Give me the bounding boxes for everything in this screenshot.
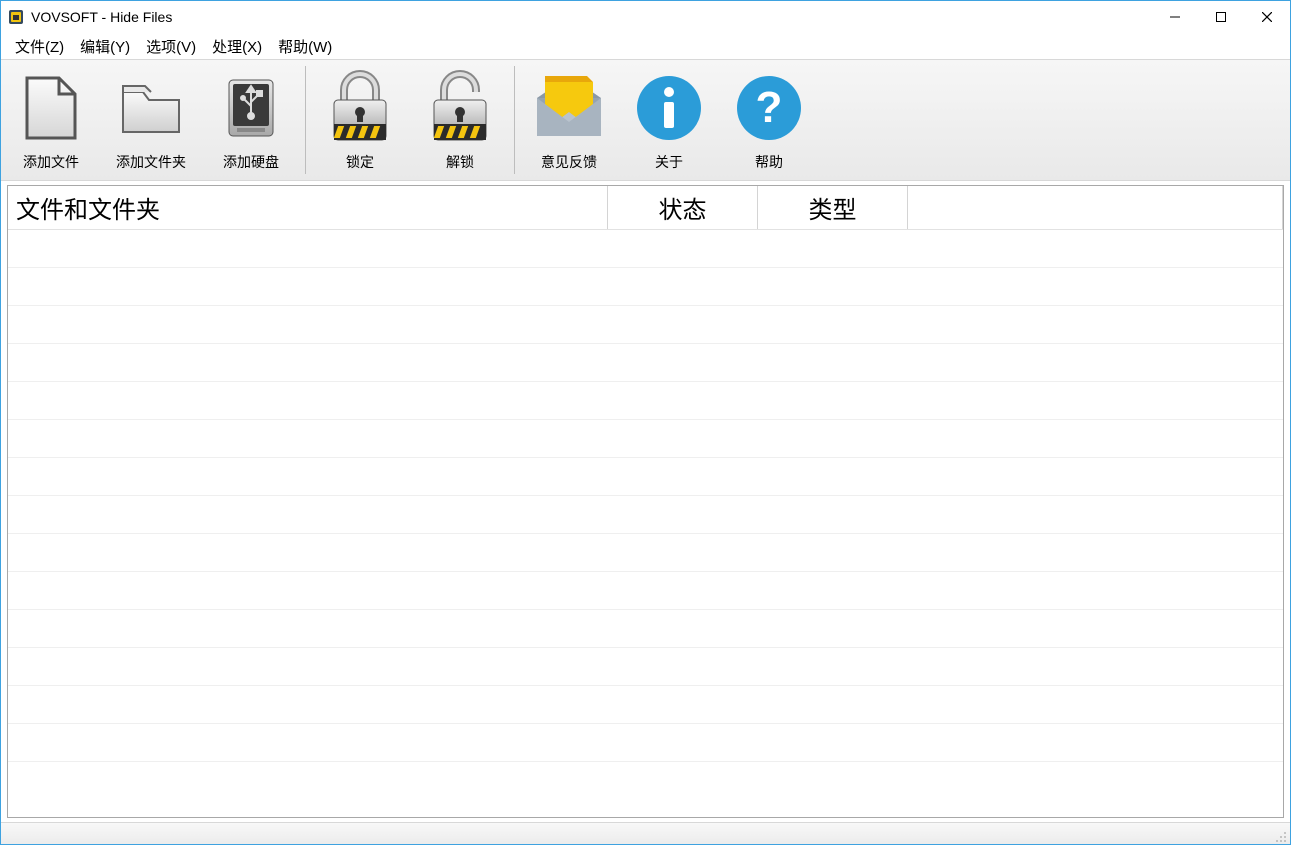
usb-disk-icon [215, 68, 287, 148]
help-label: 帮助 [755, 152, 783, 172]
unlock-icon [426, 68, 494, 148]
column-header-spacer [908, 186, 1283, 229]
toolbar: 添加文件 添加文件夹 [1, 59, 1290, 181]
unlock-button[interactable]: 解锁 [410, 62, 510, 178]
grid-row-empty [8, 572, 1283, 610]
add-folder-button[interactable]: 添加文件夹 [101, 62, 201, 178]
app-window: VOVSOFT - Hide Files 文件(Z) 编辑(Y) 选项(V) 处… [0, 0, 1291, 845]
menu-edit[interactable]: 编辑(Y) [72, 34, 138, 59]
grid-row-empty [8, 268, 1283, 306]
column-header-files[interactable]: 文件和文件夹 [8, 186, 608, 229]
help-button[interactable]: ? 帮助 [719, 62, 819, 178]
grid-row-empty [8, 344, 1283, 382]
titlebar: VOVSOFT - Hide Files [1, 1, 1290, 33]
toolbar-separator [305, 66, 306, 174]
info-icon [633, 68, 705, 148]
svg-text:?: ? [756, 83, 783, 132]
feedback-button[interactable]: 意见反馈 [519, 62, 619, 178]
folder-icon [115, 68, 187, 148]
about-label: 关于 [655, 152, 683, 172]
grid-row-empty [8, 230, 1283, 268]
unlock-label: 解锁 [446, 152, 474, 172]
lock-icon [326, 68, 394, 148]
statusbar [1, 822, 1290, 844]
grid-row-empty [8, 496, 1283, 534]
grid-row-empty [8, 648, 1283, 686]
grid-header: 文件和文件夹 状态 类型 [8, 186, 1283, 230]
grid-row-empty [8, 724, 1283, 762]
grid-row-empty [8, 306, 1283, 344]
envelope-icon [529, 68, 609, 148]
add-disk-label: 添加硬盘 [223, 152, 279, 172]
toolbar-separator [514, 66, 515, 174]
grid-row-empty [8, 534, 1283, 572]
grid-row-empty [8, 686, 1283, 724]
file-list-grid[interactable]: 文件和文件夹 状态 类型 [7, 185, 1284, 818]
resize-grip-icon[interactable] [1274, 830, 1288, 844]
menubar: 文件(Z) 编辑(Y) 选项(V) 处理(X) 帮助(W) [1, 33, 1290, 59]
feedback-label: 意见反馈 [541, 152, 597, 172]
add-disk-button[interactable]: 添加硬盘 [201, 62, 301, 178]
file-icon [15, 68, 87, 148]
menu-process[interactable]: 处理(X) [204, 34, 270, 59]
grid-row-empty [8, 382, 1283, 420]
content-area: 文件和文件夹 状态 类型 [1, 181, 1290, 822]
grid-row-empty [8, 420, 1283, 458]
about-button[interactable]: 关于 [619, 62, 719, 178]
grid-row-empty [8, 610, 1283, 648]
lock-label: 锁定 [346, 152, 374, 172]
menu-file[interactable]: 文件(Z) [7, 34, 72, 59]
add-folder-label: 添加文件夹 [116, 152, 186, 172]
help-icon: ? [733, 68, 805, 148]
menu-help[interactable]: 帮助(W) [270, 34, 340, 59]
maximize-button[interactable] [1198, 1, 1244, 33]
minimize-button[interactable] [1152, 1, 1198, 33]
column-header-type[interactable]: 类型 [758, 186, 908, 229]
window-title: VOVSOFT - Hide Files [31, 9, 172, 25]
lock-button[interactable]: 锁定 [310, 62, 410, 178]
close-button[interactable] [1244, 1, 1290, 33]
app-icon [7, 8, 25, 26]
grid-body[interactable] [8, 230, 1283, 817]
grid-row-empty [8, 458, 1283, 496]
add-file-button[interactable]: 添加文件 [1, 62, 101, 178]
menu-options[interactable]: 选项(V) [138, 34, 204, 59]
add-file-label: 添加文件 [23, 152, 79, 172]
column-header-status[interactable]: 状态 [608, 186, 758, 229]
